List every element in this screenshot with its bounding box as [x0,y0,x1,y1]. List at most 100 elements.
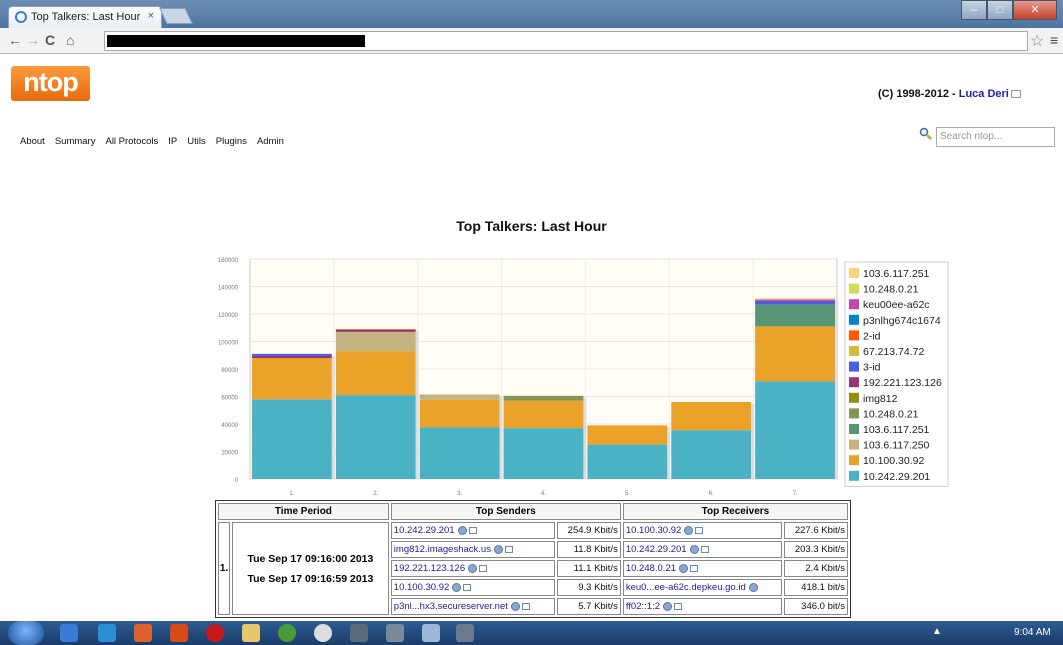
x-tick-label: 6. [709,491,714,497]
legend-label: 67.213.74.72 [863,346,924,358]
receiver-host[interactable]: 10.242.29.201 [622,541,782,558]
notes-icon[interactable] [422,624,440,642]
receiver-host[interactable]: 10.248.0.21 [622,560,782,577]
external-link-icon [504,545,513,553]
nav-all-protocols[interactable]: All Protocols [105,136,158,147]
media-icon[interactable] [134,624,152,642]
main-nav: About Summary All Protocols IP Utils Plu… [20,136,284,147]
host-info-icon [510,601,520,611]
bar-segment [252,358,332,400]
nav-admin[interactable]: Admin [257,136,284,147]
legend-swatch [849,361,859,372]
external-link-icon [521,602,530,610]
minimize-button[interactable]: ‒ [961,0,987,20]
host-info-icon [493,544,503,554]
sender-host[interactable]: 10.100.30.92 [390,579,555,596]
receiver-host[interactable]: ff02::1:2 [622,598,782,615]
external-link-icon [695,526,704,534]
nav-ip[interactable]: IP [168,136,177,147]
legend-label: 3-id [863,362,881,374]
ie-icon[interactable] [60,624,78,642]
firefox-icon[interactable] [170,624,188,642]
legend-label: 103.6.117.251 [863,268,930,280]
x-tick-label: 3. [457,491,462,497]
sender-host[interactable]: 192.221.123.126 [390,560,555,577]
tray-expand-icon[interactable]: ▲ [932,626,942,637]
ntop-logo[interactable]: ntop [11,66,90,101]
bar-shadow [583,397,587,479]
forward-button[interactable]: → [26,32,40,48]
nav-plugins[interactable]: Plugins [216,136,247,147]
chrome-menu-icon[interactable]: ≡ [1050,32,1058,48]
external-link-icon [674,602,682,610]
close-window-button[interactable]: ✕ [1013,0,1057,20]
home-button[interactable]: ⌂ [66,32,74,48]
bookmark-star-icon[interactable]: ☆ [1030,31,1044,51]
maximize-button[interactable]: □ [987,0,1013,20]
author-link[interactable]: Luca Deri [959,88,1009,100]
new-tab-button[interactable] [159,8,193,24]
tool-icon[interactable] [386,624,404,642]
bar-segment [419,394,500,400]
bar-segment [419,399,500,428]
legend-box [844,261,949,487]
legend-swatch [849,377,859,388]
opera-icon[interactable] [206,624,224,642]
bar-segment [755,298,835,300]
host-info-icon [679,563,689,573]
tab-close-icon[interactable]: × [148,10,154,22]
bar-shadow [331,355,335,479]
receiver-host[interactable]: keu0...ee-a62c.depkeu.go.id [622,579,782,596]
app-icon[interactable] [98,624,116,642]
bar-segment [503,400,584,429]
bar-segment [755,300,835,305]
start-button[interactable] [8,621,44,645]
external-link-icon [690,564,699,572]
nav-about[interactable]: About [20,136,45,147]
bar-segment [755,299,835,301]
back-button[interactable]: ← [8,32,22,48]
browser-tab[interactable]: Top Talkers: Last Hour × [8,6,162,28]
bar-segment [671,430,752,479]
mail-icon[interactable] [1010,90,1021,99]
host-info-icon [457,525,467,535]
sender-host[interactable]: p3nl...hx3.secureserver.net [390,598,555,615]
legend-swatch [849,330,859,341]
host-info-icon [468,563,478,573]
legend-swatch [849,439,859,450]
sender-rate: 5.7 Kbit/s [556,598,621,615]
app2-icon[interactable] [456,624,474,642]
legend-swatch [849,408,859,419]
bar-segment [755,381,835,479]
folder-icon[interactable] [242,624,260,642]
sender-host[interactable]: img812.imageshack.us [390,541,555,558]
clock[interactable]: 9:04 AM [1014,627,1051,638]
bar-shadow [499,396,503,479]
top-talkers-table: Time Period Top Senders Top Receivers 1.… [215,500,851,620]
sender-host[interactable]: 10.242.29.201 [390,522,555,539]
bar-segment [587,444,668,479]
nav-utils[interactable]: Utils [187,136,205,147]
bar-shadow [835,300,838,479]
x-tick-label: 7. [793,491,798,497]
search-input[interactable]: Search ntop... [936,127,1055,147]
legend-swatch [849,392,859,403]
reload-button[interactable]: C [45,32,55,48]
host-info-icon [663,601,672,611]
chat-icon[interactable] [314,624,332,642]
chrome-icon[interactable] [278,624,296,642]
address-bar[interactable] [104,31,1028,51]
receiver-rate: 227.6 Kbit/s [784,522,848,539]
y-tick-label: 140000 [218,286,239,292]
legend-label: 192.221.123.126 [863,377,942,389]
top-talkers-chart: 0 20000 40000 60000 80000 100000 120000 140000 1… [218,258,949,497]
receiver-host[interactable]: 10.100.30.92 [622,522,782,539]
calculator-icon[interactable] [350,624,368,642]
nav-summary[interactable]: Summary [55,136,96,147]
header-top-senders: Top Senders [390,503,621,520]
external-link-icon [468,526,477,534]
y-tick-label: 20000 [221,451,238,457]
bar-shadow [667,427,671,479]
host-info-icon [684,525,694,535]
x-tick-label: 4. [541,491,546,497]
